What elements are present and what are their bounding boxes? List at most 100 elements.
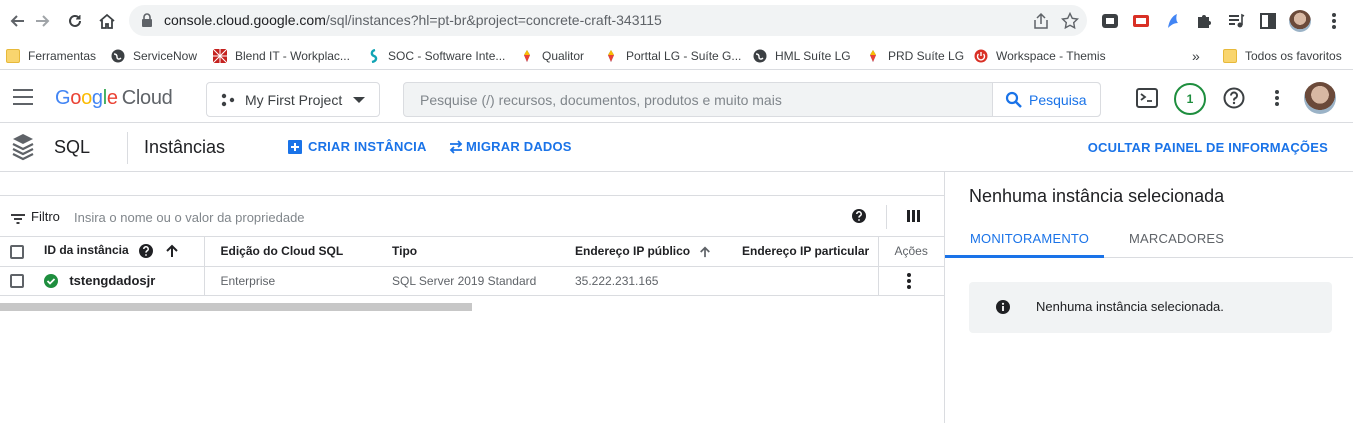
table-row[interactable]: tstengdadosjr Enterprise SQL Server 2019… — [0, 266, 944, 296]
spacer — [0, 172, 944, 196]
select-all-checkbox[interactable] — [10, 244, 24, 259]
back-icon[interactable] — [4, 8, 30, 34]
actions-cell — [878, 266, 944, 296]
active-tab-indicator — [945, 255, 1104, 258]
help-icon[interactable] — [851, 208, 867, 229]
notification-count-badge: 1 — [1174, 83, 1206, 115]
horizontal-scrollbar[interactable] — [0, 303, 472, 311]
column-header-public-ip[interactable]: Endereço IP público — [559, 237, 726, 267]
column-header-type[interactable]: Tipo — [376, 237, 559, 267]
bookmarks-bar: Ferramentas ServiceNow Blend IT - Workpl… — [0, 41, 1353, 70]
sort-arrow-up-icon[interactable] — [699, 246, 711, 258]
bookmarks-overflow-button[interactable]: » — [1192, 47, 1200, 65]
reload-icon[interactable] — [62, 8, 88, 34]
bookmark-item[interactable]: HML Suíte LG — [753, 47, 851, 65]
browser-toolbar: console.cloud.google.com/sql/instances?h… — [0, 0, 1353, 41]
search-box: Pesquisa — [403, 82, 1101, 117]
account-avatar[interactable] — [1304, 82, 1336, 114]
google-cloud-logo[interactable]: Google Cloud — [55, 87, 173, 110]
gcp-header: GoogleCloud My First Project Pesquisa — [0, 71, 1353, 123]
bookmark-item[interactable]: Workspace - Themis — [974, 47, 1106, 65]
filter-input[interactable] — [74, 206, 574, 228]
edition-cell: Enterprise — [204, 266, 376, 296]
column-display-icon[interactable] — [907, 209, 921, 228]
column-header-instance-id[interactable]: ID da instância — [44, 237, 205, 267]
column-label: Edição do Cloud SQL — [220, 244, 344, 259]
tab-monitoring[interactable]: MONITORAMENTO — [970, 231, 1089, 246]
help-icon[interactable] — [138, 243, 154, 259]
column-label: Endereço IP particular — [742, 244, 870, 259]
project-selector[interactable]: My First Project — [206, 82, 380, 117]
sql-toolbar: SQL Instâncias CRIAR INSTÂNCIA MIGRAR DA… — [0, 123, 1353, 172]
puzzle-icon[interactable] — [1194, 11, 1214, 31]
profile-avatar[interactable] — [1289, 10, 1311, 32]
search-button-label: Pesquisa — [1029, 91, 1087, 108]
address-bar[interactable]: console.cloud.google.com/sql/instances?h… — [129, 5, 1087, 36]
media-control-icon[interactable] — [1226, 11, 1246, 31]
column-header-edition[interactable]: Edição do Cloud SQL — [204, 237, 376, 267]
private-ip-cell — [726, 266, 879, 296]
migrate-data-label: MIGRAR DADOS — [466, 139, 572, 154]
type-cell: SQL Server 2019 Standard — [376, 266, 559, 296]
extension-icon[interactable] — [1163, 11, 1183, 31]
filter-icon — [11, 211, 25, 229]
tab-labels[interactable]: MARCADORES — [1129, 231, 1224, 246]
more-vert-icon[interactable] — [1265, 86, 1289, 110]
help-icon[interactable] — [1222, 86, 1246, 110]
menu-icon[interactable] — [13, 89, 33, 105]
extension-icon[interactable] — [1131, 11, 1151, 31]
search-input[interactable] — [404, 83, 992, 116]
divider — [127, 132, 128, 164]
blend-icon — [212, 48, 228, 64]
all-bookmarks-folder[interactable]: Todos os favoritos — [1223, 47, 1342, 65]
search-button[interactable]: Pesquisa — [992, 83, 1100, 116]
column-label: Tipo — [392, 244, 418, 259]
share-icon[interactable] — [1032, 12, 1050, 30]
bookmark-item[interactable]: SOC - Software Inte... — [366, 47, 505, 65]
cloud-shell-icon[interactable] — [1135, 86, 1159, 110]
bookmark-item[interactable]: ServiceNow — [111, 47, 197, 65]
info-notice: Nenhuma instância selecionada. — [969, 282, 1332, 333]
notifications-button[interactable]: 1 — [1174, 83, 1206, 115]
notice-text: Nenhuma instância selecionada. — [1036, 299, 1224, 314]
bookmark-star-icon[interactable] — [1060, 11, 1080, 30]
home-icon[interactable] — [94, 8, 120, 34]
browser-menu-icon[interactable] — [1324, 11, 1344, 31]
folder-icon — [6, 49, 20, 63]
column-label: Endereço IP público — [575, 244, 691, 259]
create-instance-label: CRIAR INSTÂNCIA — [308, 139, 427, 154]
project-icon — [221, 93, 235, 110]
lock-icon — [141, 13, 153, 32]
extension-icon[interactable] — [1100, 11, 1120, 31]
hide-info-panel-button[interactable]: OCULTAR PAINEL DE INFORMAÇÕES — [1088, 140, 1328, 155]
table-header-row: ID da instância Edição do Cloud SQL Tipo… — [0, 237, 944, 267]
bookmark-item[interactable]: Blend IT - Workplac... — [212, 47, 350, 65]
divider — [886, 205, 887, 229]
instances-table: ID da instância Edição do Cloud SQL Tipo… — [0, 237, 944, 296]
bookmark-item[interactable]: Qualitor — [520, 47, 584, 65]
url-text: console.cloud.google.com/sql/instances?h… — [164, 12, 662, 28]
more-vert-icon[interactable] — [906, 272, 912, 290]
folder-icon — [1223, 49, 1237, 63]
filter-bar: Filtro — [0, 197, 944, 237]
row-checkbox[interactable] — [10, 273, 24, 288]
bookmark-item[interactable]: Ferramentas — [6, 47, 96, 65]
instance-id-link[interactable]: tstengdadosjr — [69, 273, 155, 288]
sort-arrow-up-icon[interactable] — [165, 244, 179, 258]
column-label: ID da instância — [44, 243, 129, 258]
bookmark-item[interactable]: PRD Suíte LG — [866, 47, 964, 65]
sql-product-icon — [11, 132, 35, 167]
create-instance-button[interactable]: CRIAR INSTÂNCIA — [288, 139, 427, 154]
select-all-cell — [0, 237, 44, 267]
status-ok-icon — [44, 274, 58, 289]
filter-label: Filtro — [31, 209, 60, 224]
migrate-data-button[interactable]: MIGRAR DADOS — [449, 139, 572, 154]
column-header-private-ip[interactable]: Endereço IP particular — [726, 237, 879, 267]
side-panel-icon[interactable] — [1258, 11, 1278, 31]
bookmark-item[interactable]: Porttal LG - Suíte G... — [604, 47, 741, 65]
forward-icon[interactable] — [30, 8, 56, 34]
panel-tabs: MONITORAMENTO MARCADORES — [945, 218, 1353, 258]
search-icon — [1005, 91, 1022, 108]
soc-icon — [366, 48, 380, 64]
column-header-actions: Ações — [878, 237, 944, 267]
